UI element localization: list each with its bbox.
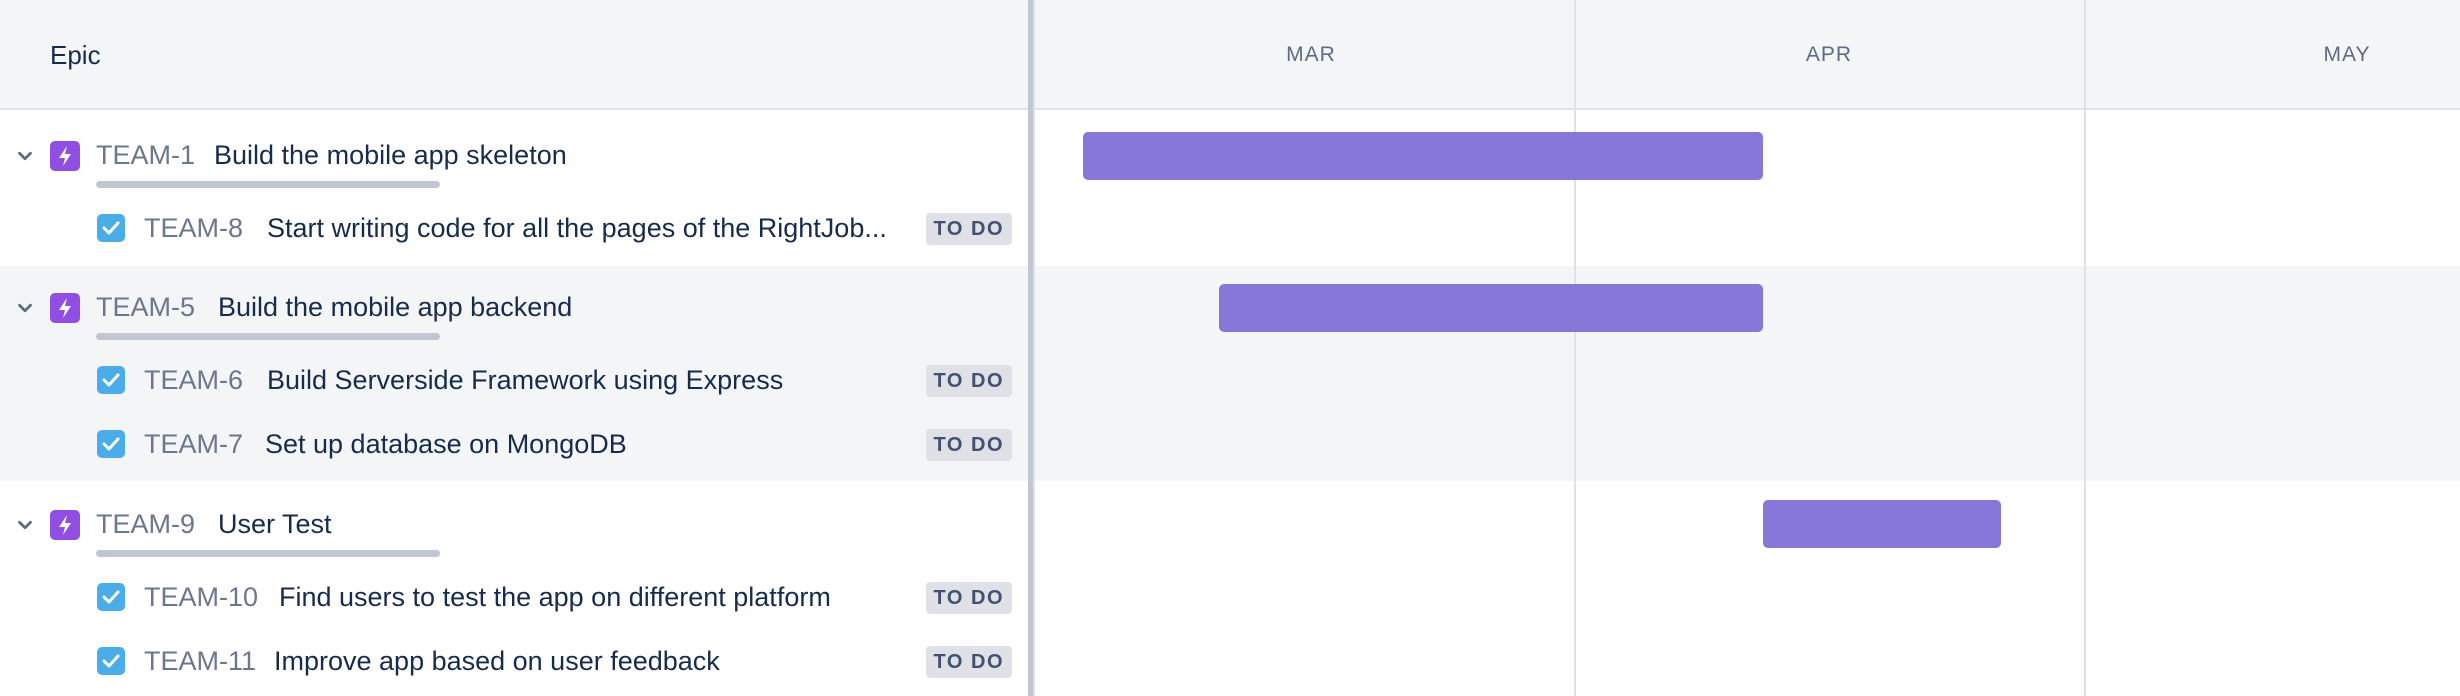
month-grid-line xyxy=(1574,0,1576,696)
issue-title[interactable]: Find users to test the app on different … xyxy=(279,582,831,613)
roadmap: Epic TEAM-1 Build the mobile app skeleto… xyxy=(0,0,2460,696)
epic-key[interactable]: TEAM-5 xyxy=(96,292,195,323)
epic-lightning-icon xyxy=(50,510,80,540)
epic-progress-bar xyxy=(96,550,440,557)
issue-key[interactable]: TEAM-10 xyxy=(144,582,258,613)
month-grid-line xyxy=(2084,0,2086,696)
issue-row-team-10[interactable]: TEAM-10 Find users to test the app on di… xyxy=(0,563,1028,635)
checkbox-icon xyxy=(97,647,125,675)
issue-title[interactable]: Improve app based on user feedback xyxy=(274,646,720,677)
checkbox-icon xyxy=(97,430,125,458)
epic-progress-bar xyxy=(96,333,440,340)
epic-title[interactable]: Build the mobile app skeleton xyxy=(214,140,567,171)
issue-row-team-11[interactable]: TEAM-11 Improve app based on user feedba… xyxy=(0,629,1028,693)
epic-bar-team-9[interactable] xyxy=(1763,500,2001,548)
issue-key[interactable]: TEAM-11 xyxy=(144,646,256,677)
status-badge: TO DO xyxy=(925,646,1012,678)
issue-row-team-6[interactable]: TEAM-6 Build Serverside Framework using … xyxy=(0,346,1028,418)
issue-title[interactable]: Start writing code for all the pages of … xyxy=(267,213,887,244)
epic-column-title: Epic xyxy=(50,40,101,70)
status-badge: TO DO xyxy=(925,365,1012,397)
month-label-mar: MAR xyxy=(1286,43,1336,66)
epic-title[interactable]: User Test xyxy=(218,509,332,540)
status-badge: TO DO xyxy=(925,429,1012,461)
month-label-may: MAY xyxy=(2323,43,2371,66)
epic-lightning-icon xyxy=(50,141,80,171)
issue-title[interactable]: Set up database on MongoDB xyxy=(265,429,627,460)
chevron-down-icon[interactable] xyxy=(14,297,36,319)
epic-group-team-1: TEAM-1 Build the mobile app skeleton TEA… xyxy=(0,112,1028,266)
month-grid-line xyxy=(1033,0,1035,696)
epic-bar-team-5[interactable] xyxy=(1219,284,1763,332)
chevron-down-icon[interactable] xyxy=(14,145,36,167)
status-badge: TO DO xyxy=(925,582,1012,614)
checkbox-icon xyxy=(97,583,125,611)
chevron-down-icon[interactable] xyxy=(14,514,36,536)
epic-bar-team-1[interactable] xyxy=(1083,132,1763,180)
epic-key[interactable]: TEAM-9 xyxy=(96,509,195,540)
epic-progress-bar xyxy=(96,181,440,188)
epic-group-team-5: TEAM-5 Build the mobile app backend TEAM… xyxy=(0,266,1028,481)
epic-group-team-9: TEAM-9 User Test TEAM-10 Find users to t… xyxy=(0,481,1028,696)
epic-list-header: Epic xyxy=(0,0,1028,110)
issue-row-team-8[interactable]: TEAM-8 Start writing code for all the pa… xyxy=(0,194,1028,266)
month-label-apr: APR xyxy=(1805,43,1853,66)
issue-key[interactable]: TEAM-7 xyxy=(144,429,243,460)
timeline-panel: MAR APR MAY xyxy=(1033,0,2460,696)
issue-title[interactable]: Build Serverside Framework using Express xyxy=(267,365,783,396)
issue-key[interactable]: TEAM-6 xyxy=(144,365,243,396)
issue-row-team-7[interactable]: TEAM-7 Set up database on MongoDB TO DO xyxy=(0,412,1028,476)
epic-key[interactable]: TEAM-1 xyxy=(96,140,195,171)
checkbox-icon xyxy=(97,366,125,394)
epic-title[interactable]: Build the mobile app backend xyxy=(218,292,572,323)
status-badge: TO DO xyxy=(925,213,1012,245)
epic-list-panel: Epic TEAM-1 Build the mobile app skeleto… xyxy=(0,0,1028,696)
epic-lightning-icon xyxy=(50,293,80,323)
issue-key[interactable]: TEAM-8 xyxy=(144,213,243,244)
checkbox-icon xyxy=(97,214,125,242)
